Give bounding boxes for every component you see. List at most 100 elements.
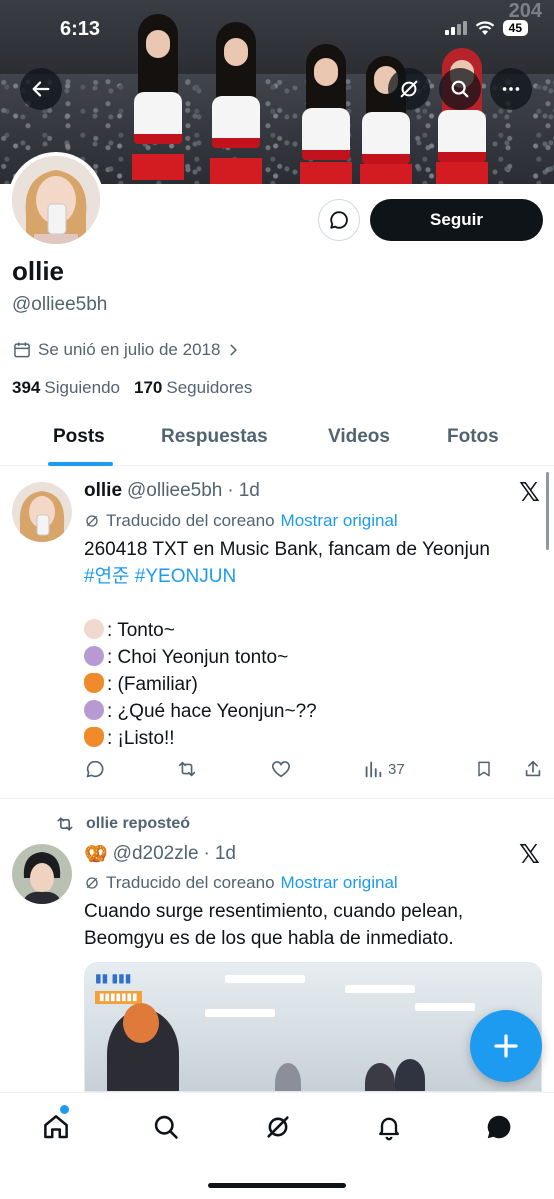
x-logo-icon: 𝕏 [519, 478, 540, 508]
compose-post-button[interactable] [470, 1010, 542, 1082]
grok-button[interactable] [388, 68, 430, 110]
dialogue-text: : Choi Yeonjun tonto~ [107, 647, 289, 668]
post-avatar[interactable] [12, 844, 72, 904]
media-sign: ▮▮▮▮▮▮▮ [95, 991, 142, 1004]
following-count: 394 [12, 378, 41, 397]
post-time[interactable]: 1d [239, 480, 260, 502]
follow-button[interactable]: Seguir [370, 199, 543, 241]
followers-label: Seguidores [166, 378, 253, 397]
wifi-icon [475, 20, 494, 35]
dialogue-line: : Choi Yeonjun tonto~ [84, 644, 490, 671]
follow-counts: 394 Siguiendo 170 Seguidores [12, 378, 252, 398]
repost-label[interactable]: ollie reposteó [54, 814, 190, 834]
following-link[interactable]: 394 Siguiendo [12, 378, 120, 398]
dialogue-line: : Tonto~ [84, 617, 490, 644]
chat-bubble-icon [487, 1115, 511, 1139]
media-sign: ▮▮ ▮▮▮ [95, 971, 132, 985]
tab-photos[interactable]: Fotos [447, 426, 499, 448]
x-logo-icon: 𝕏 [519, 840, 540, 870]
followers-link[interactable]: 170 Seguidores [134, 378, 252, 398]
calendar-icon [14, 342, 30, 358]
join-date[interactable]: Se unió en julio de 2018 [12, 340, 240, 360]
like-button[interactable] [269, 758, 293, 780]
share-icon [525, 760, 541, 777]
back-button[interactable] [20, 68, 62, 110]
post-text: Cuando surge resentimiento, cuando pelea… [84, 898, 463, 952]
post-divider [0, 798, 554, 799]
dialogue-line: : (Familiar) [84, 671, 490, 698]
slash-circle-icon [267, 1116, 289, 1138]
show-original-link[interactable]: Mostrar original [281, 873, 398, 893]
repost-button[interactable] [175, 758, 199, 780]
pretzel-emoji-icon: 🥨 [84, 844, 108, 865]
media-person [395, 1059, 425, 1091]
emoji-icon [84, 619, 104, 639]
share-button[interactable] [522, 758, 544, 780]
nav-grok[interactable] [258, 1107, 298, 1147]
banner-performer [294, 0, 358, 184]
views-button[interactable]: 37 [362, 758, 405, 780]
ceiling-light [205, 1009, 275, 1017]
tab-videos[interactable]: Videos [328, 426, 390, 448]
translated-notice: Traducido del coreano Mostrar original [84, 511, 398, 531]
post-text: 260418 TXT en Music Bank, fancam de Yeon… [84, 536, 490, 752]
post-media-image[interactable]: ▮▮ ▮▮▮ ▮▮▮▮▮▮▮ [84, 962, 542, 1092]
followers-count: 170 [134, 378, 163, 397]
repost-icon [57, 817, 73, 831]
nav-notifications[interactable] [369, 1107, 409, 1147]
dialogue-text: : ¿Qué hace Yeonjun~?? [107, 701, 317, 722]
dialogue-text: : (Familiar) [107, 674, 198, 695]
arrow-left-icon [32, 81, 50, 97]
post-avatar[interactable] [12, 482, 72, 542]
profile-avatar-image [12, 156, 100, 244]
battery-icon: 45 [502, 20, 528, 36]
home-icon [44, 1115, 68, 1139]
more-horizontal-icon [502, 87, 520, 91]
post-header: ollie @olliee5bh · 1d [84, 480, 260, 502]
nav-chat[interactable] [479, 1107, 519, 1147]
reply-button[interactable] [84, 758, 106, 780]
post-author-handle[interactable]: @olliee5bh [127, 480, 222, 502]
post-text-line: Beomgyu es de los que habla de inmediato… [84, 928, 454, 949]
nav-search[interactable] [146, 1107, 186, 1147]
post-author-name[interactable]: ollie [84, 480, 122, 502]
home-notification-dot [60, 1105, 69, 1114]
search-button[interactable] [439, 68, 481, 110]
tab-replies[interactable]: Respuestas [161, 426, 268, 448]
post-time[interactable]: 1d [215, 843, 236, 865]
dialogue-line: : ¡Listo!! [84, 725, 490, 752]
translated-label: Traducido del coreano [106, 511, 275, 530]
ceiling-light [415, 1003, 475, 1011]
fox-emoji-icon [84, 727, 104, 747]
scrollbar[interactable] [546, 472, 549, 550]
heart-icon [271, 761, 290, 778]
repost-label-text: ollie reposteó [86, 815, 191, 832]
slash-circle-icon [400, 80, 418, 98]
post-hashtags[interactable]: #연준 #YEONJUN [84, 563, 490, 590]
show-original-link[interactable]: Mostrar original [281, 511, 398, 531]
search-icon [451, 80, 469, 98]
post-header: 🥨 @d202zle · 1d [84, 842, 236, 866]
profile-avatar[interactable] [8, 152, 104, 248]
post-author-handle[interactable]: @d202zle [113, 843, 199, 865]
post-separator: · [227, 480, 234, 501]
more-button[interactable] [490, 68, 532, 110]
profile-name: ollie [12, 256, 65, 286]
media-person [275, 1063, 301, 1091]
bookmark-button[interactable] [474, 758, 494, 780]
ceiling-light [345, 985, 415, 993]
dialogue-text: : ¡Listo!! [107, 728, 175, 749]
post-actions: 37 [84, 758, 544, 780]
signal-icon [444, 21, 467, 35]
banner-performer [204, 0, 268, 184]
tab-posts[interactable]: Posts [53, 426, 105, 448]
media-person [365, 1063, 395, 1091]
translate-icon [86, 877, 98, 889]
post-text-line: 260418 TXT en Music Bank, fancam de Yeon… [84, 539, 490, 560]
join-date-text: Se unió en julio de 2018 [38, 340, 221, 359]
message-button[interactable] [318, 199, 360, 241]
dialogue-line: : ¿Qué hace Yeonjun~?? [84, 698, 490, 725]
nav-home[interactable] [36, 1107, 76, 1147]
active-tab-indicator [48, 462, 113, 466]
views-count: 37 [387, 760, 405, 778]
